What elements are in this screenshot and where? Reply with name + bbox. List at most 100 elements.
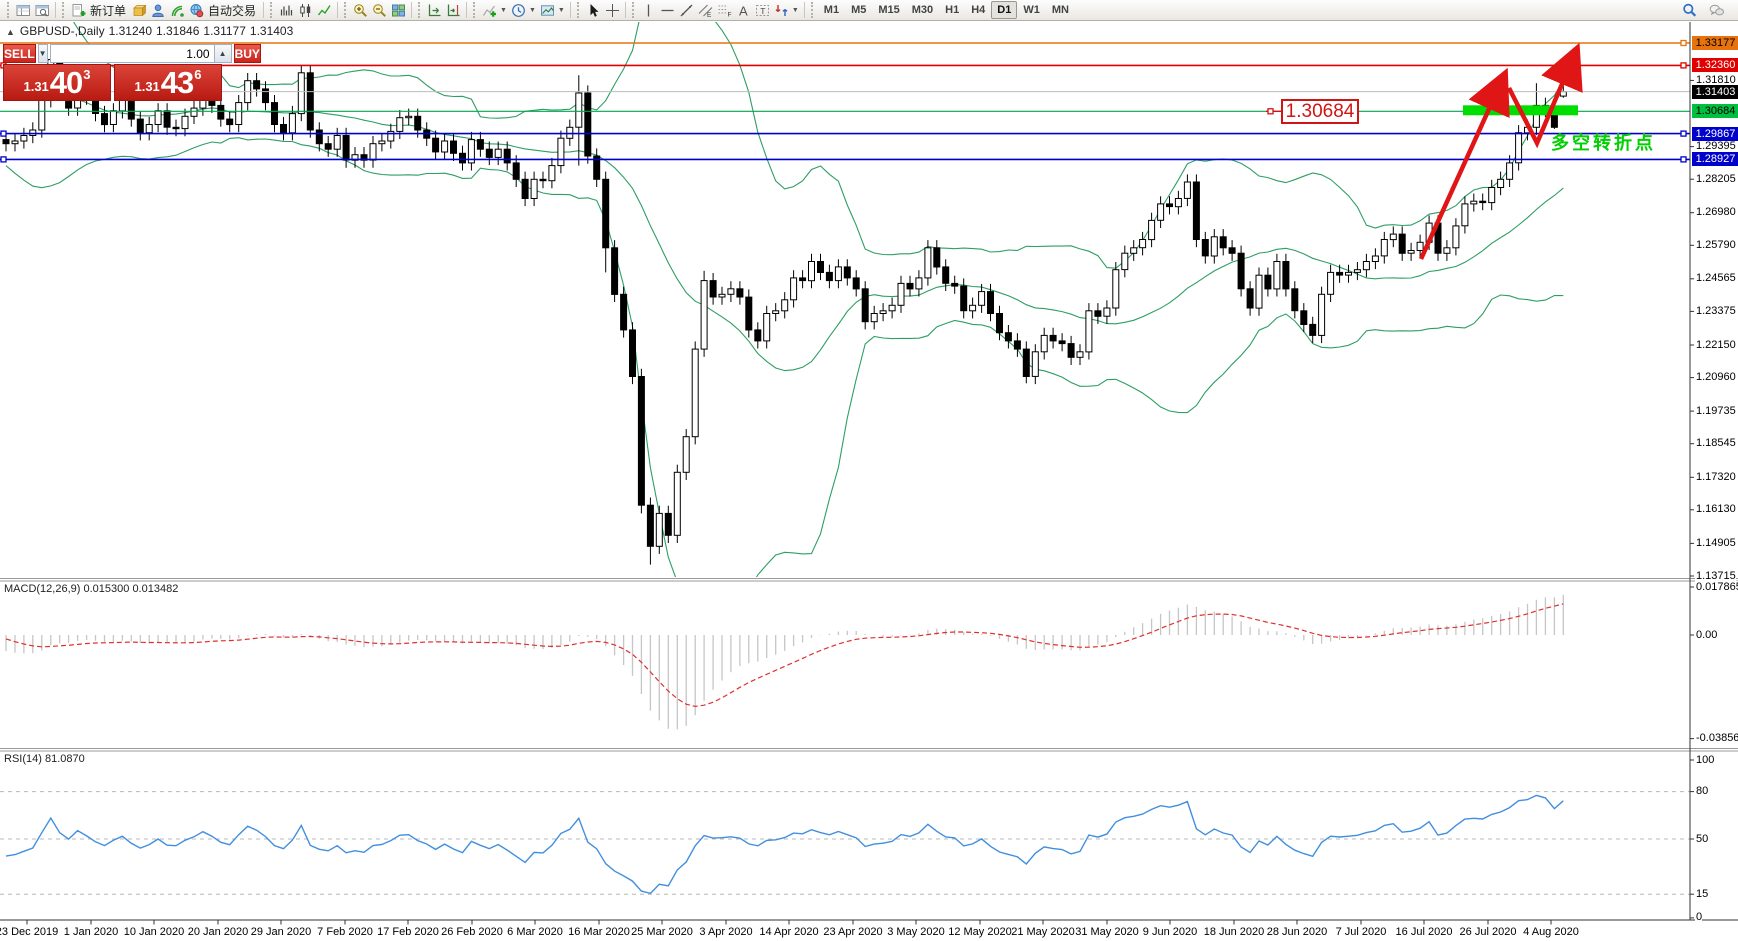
auto-scroll-button[interactable] xyxy=(425,1,444,19)
ask-pips: 43 xyxy=(161,69,193,97)
autoscroll-icon xyxy=(427,3,442,18)
search-icon xyxy=(1682,3,1697,18)
candlestick-mode-button[interactable] xyxy=(296,1,315,19)
sell-price-tile[interactable]: 1.31403 xyxy=(3,64,111,101)
low-value: 1.31177 xyxy=(203,24,246,38)
candles-layer xyxy=(3,52,1566,565)
toolbar-grip xyxy=(418,2,422,18)
data-window-toggle[interactable] xyxy=(33,1,52,19)
auto-trading-button[interactable]: 自动交易 xyxy=(187,1,260,19)
chart-canvas[interactable] xyxy=(0,0,1738,941)
rsi-title: RSI(14) xyxy=(4,753,42,765)
market-button[interactable] xyxy=(130,1,149,19)
timeframe-m30-button[interactable]: M30 xyxy=(906,2,939,18)
buy-button[interactable]: BUY xyxy=(234,44,261,63)
chart-shift-button[interactable] xyxy=(444,1,463,19)
line-handle xyxy=(1681,63,1686,68)
linechart-icon xyxy=(317,3,332,18)
vertical-line-tool[interactable] xyxy=(639,1,658,19)
line-chart-mode-button[interactable] xyxy=(315,1,334,19)
crosshair-tool-button[interactable] xyxy=(603,1,622,19)
volume-dropdown-button[interactable]: ▼ xyxy=(38,44,48,63)
fibo-icon: F xyxy=(717,3,732,18)
text-label-tool[interactable]: T xyxy=(753,1,772,19)
indicators-menu-button[interactable]: ▼ xyxy=(480,1,509,19)
toolbar-grip xyxy=(62,2,66,18)
community-button[interactable] xyxy=(149,1,168,19)
line-handle xyxy=(1681,131,1686,136)
templates-menu-button[interactable]: ▼ xyxy=(538,1,567,19)
winlist-icon xyxy=(16,3,31,18)
market-icon xyxy=(132,3,147,18)
neworder-icon xyxy=(71,3,86,18)
timeframe-h4-button[interactable]: H4 xyxy=(965,2,991,18)
macd-title: MACD(12,26,9) xyxy=(4,583,80,595)
candles-icon xyxy=(298,3,313,18)
toolbar-separator xyxy=(263,2,264,18)
tile-icon xyxy=(391,3,406,18)
buy-price-tile[interactable]: 1.31436 xyxy=(114,64,222,101)
textA-icon: A xyxy=(736,3,751,18)
trend-arrow[interactable] xyxy=(1421,76,1504,259)
zoom-in-button[interactable] xyxy=(351,1,370,19)
bid-prefix: 1.31 xyxy=(23,79,48,94)
timeframe-m5-button[interactable]: M5 xyxy=(845,2,872,18)
svg-text:F: F xyxy=(727,11,731,18)
rsi-pane xyxy=(0,792,1690,895)
horizontal-line-tool[interactable] xyxy=(658,1,677,19)
search-button[interactable] xyxy=(1680,1,1699,19)
labelT-icon: T xyxy=(755,3,770,18)
zoom-out-button[interactable] xyxy=(370,1,389,19)
timeframe-w1-button[interactable]: W1 xyxy=(1017,2,1046,18)
timeframe-d1-button[interactable]: D1 xyxy=(991,1,1017,19)
channel-tool[interactable]: E xyxy=(696,1,715,19)
periods-menu-button[interactable]: ▼ xyxy=(509,1,538,19)
sell-button[interactable]: SELL xyxy=(3,44,36,63)
channel-icon: E xyxy=(698,3,713,18)
symbol-period-label: GBPUSD-,Daily xyxy=(20,24,105,38)
signals-button[interactable] xyxy=(168,1,187,19)
chat-icon xyxy=(1709,3,1724,18)
text-tool[interactable]: A xyxy=(734,1,753,19)
volume-increase-button[interactable]: ▲ xyxy=(214,45,231,62)
macd-label: MACD(12,26,9) 0.015300 0.013482 xyxy=(4,583,178,595)
chat-button[interactable] xyxy=(1707,1,1726,19)
indicators-icon xyxy=(482,3,497,18)
timeframe-mn-button[interactable]: MN xyxy=(1046,2,1075,18)
timeframe-m15-button[interactable]: M15 xyxy=(872,2,905,18)
turning-point-note[interactable]: 多空转折点 xyxy=(1551,129,1656,155)
bar-chart-mode-button[interactable] xyxy=(277,1,296,19)
rsi-line xyxy=(6,795,1563,893)
chevron-down-icon: ▼ xyxy=(792,7,799,14)
toolbar-grip xyxy=(344,2,348,18)
bid-point: 3 xyxy=(83,67,90,82)
price-annotation-label[interactable]: 1.30684 xyxy=(1281,99,1359,124)
line-handle xyxy=(1681,41,1686,46)
high-value: 1.31846 xyxy=(156,24,199,38)
svg-text:A: A xyxy=(739,3,748,18)
timeframe-h1-button[interactable]: H1 xyxy=(939,2,965,18)
market-watch-toggle[interactable] xyxy=(14,1,33,19)
ohlc-collapse-icon[interactable]: ▲ xyxy=(6,27,15,37)
open-value: 1.31240 xyxy=(109,24,152,38)
volume-input[interactable] xyxy=(51,45,214,62)
signal-icon xyxy=(170,3,185,18)
toolbar: 新订单自动交易▼▼▼EFAT▼M1M5M15M30H1H4D1W1MN xyxy=(0,0,1738,21)
zoomin-icon xyxy=(353,3,368,18)
toolbar-separator xyxy=(804,2,805,18)
rsi-value: 81.0870 xyxy=(45,753,85,765)
tile-windows-button[interactable] xyxy=(389,1,408,19)
toolbar-grip xyxy=(7,2,11,18)
new-order-button[interactable]: 新订单 xyxy=(69,1,130,19)
arrows-tool[interactable]: ▼ xyxy=(772,1,801,19)
timeframe-m1-button[interactable]: M1 xyxy=(818,2,845,18)
macd-main-value: 0.015300 xyxy=(83,583,129,595)
close-value: 1.31403 xyxy=(250,24,293,38)
line-handle xyxy=(1,131,6,136)
cursor-tool-button[interactable] xyxy=(584,1,603,19)
chevron-down-icon: ▼ xyxy=(529,7,536,14)
trendline-tool[interactable] xyxy=(677,1,696,19)
macd-pane xyxy=(6,595,1563,729)
fibonacci-tool[interactable]: F xyxy=(715,1,734,19)
clock-icon xyxy=(511,3,526,18)
